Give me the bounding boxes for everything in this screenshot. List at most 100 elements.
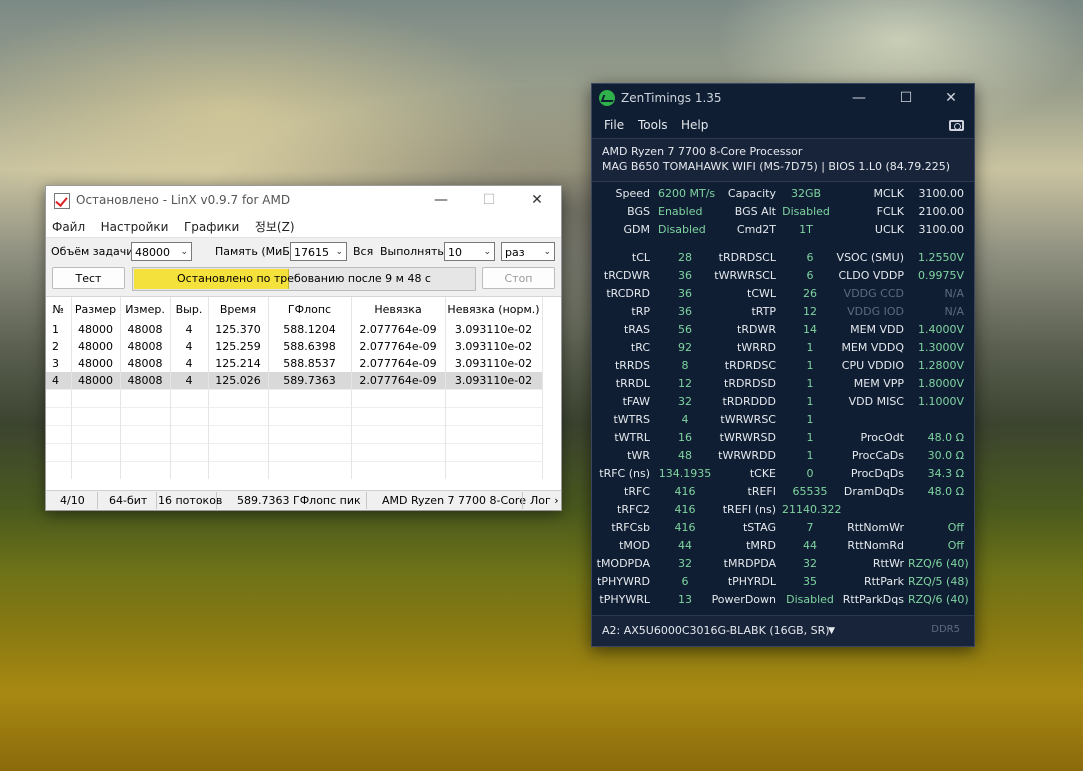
divider: [97, 492, 98, 509]
menu-help[interactable]: Help: [681, 118, 708, 132]
empty-row: [46, 461, 543, 479]
table-cell: 3.093110e-02: [445, 372, 543, 390]
col-header[interactable]: Время: [208, 297, 269, 321]
timing-value: 1: [806, 431, 814, 444]
timing-label: tFAW: [622, 395, 650, 408]
all-memory-label[interactable]: Вся: [353, 245, 373, 258]
table-cell: [445, 407, 543, 426]
linx-statusbar: 4/10 64-бит 16 потоков 589.7363 ГФлопс п…: [46, 490, 561, 510]
linx-title: Остановлено - LinX v0.9.7 for AMD: [76, 193, 291, 207]
close-icon[interactable]: ✕: [928, 84, 974, 112]
divider: [156, 492, 157, 509]
timing-label: tRAS: [623, 323, 650, 336]
timing-value: 26: [803, 287, 817, 300]
table-cell: 588.8537: [268, 355, 352, 372]
memory-label: Память (МиБ):: [215, 245, 298, 258]
table-row[interactable]: 1 48000 48008 4 125.370 588.1204 2.077764e-09 3…: [46, 321, 543, 338]
timing-label: VSOC (SMU): [836, 251, 904, 264]
col-header[interactable]: Измер.: [120, 297, 171, 321]
timing-value: 12: [803, 305, 817, 318]
zen-titlebar[interactable]: ZenTimings 1.35 — ☐ ✕: [592, 84, 974, 112]
timing-label: tMODPDA: [596, 557, 650, 570]
timing-label: RttNomWr: [847, 521, 904, 534]
timing-value: 1: [806, 395, 814, 408]
board-info: MAG B650 TOMAHAWK WIFI (MS-7D75) | BIOS …: [602, 160, 951, 173]
timing-label: ProcCaDs: [851, 449, 904, 462]
timing-label: tRFC (ns): [599, 467, 650, 480]
col-header[interactable]: №: [46, 297, 72, 321]
table-cell: 3: [46, 355, 72, 372]
problem-size-select[interactable]: 48000 ⌄: [131, 242, 192, 261]
col-header[interactable]: Невязка: [351, 297, 446, 321]
timing-value: N/A: [944, 305, 964, 318]
run-count-select[interactable]: 10 ⌄: [444, 242, 495, 261]
menu-file[interactable]: File: [604, 118, 624, 132]
timing-label: tWRWRSD: [719, 431, 776, 444]
table-cell: 2.077764e-09: [351, 355, 446, 372]
menu-graphs[interactable]: Графики: [178, 217, 245, 237]
table-cell: [351, 407, 446, 426]
timing-value: 34.3 Ω: [927, 467, 964, 480]
table-row[interactable]: 4 48000 48008 4 125.026 589.7363 2.077764e-09 3…: [46, 372, 543, 390]
zen-footer: A2: AX5U6000C3016G-BLABK (16GB, SR) ▼ DD…: [592, 615, 974, 646]
timing-value: Disabled: [786, 593, 834, 606]
menu-info[interactable]: 정보(Z): [249, 215, 301, 238]
test-button[interactable]: Тест: [52, 267, 125, 289]
table-cell: [46, 407, 72, 426]
col-header[interactable]: Невязка (норм.): [445, 297, 543, 321]
timing-label: RttNomRd: [847, 539, 904, 552]
table-cell: [268, 443, 352, 462]
timing-value: RZQ/6 (40): [908, 557, 969, 570]
timing-label: tREFI: [747, 485, 776, 498]
timing-label: tRFC: [624, 485, 650, 498]
timing-label: tWRRD: [737, 341, 776, 354]
timing-value: 14: [803, 323, 817, 336]
stop-button[interactable]: Стоп: [482, 267, 555, 289]
memory-select[interactable]: 17615 ⌄: [290, 242, 347, 261]
table-cell: [170, 389, 209, 408]
chevron-down-icon: ⌄: [483, 247, 491, 257]
log-button[interactable]: Лог ›: [530, 494, 559, 507]
timing-label: tRDRDSD: [724, 377, 776, 390]
table-cell: [445, 443, 543, 462]
table-cell: [120, 443, 171, 462]
table-cell: [208, 443, 269, 462]
table-cell: [120, 407, 171, 426]
timing-label: tREFI (ns): [722, 503, 776, 516]
chevron-down-icon: ⌄: [335, 247, 343, 257]
timing-label: RttWr: [872, 557, 904, 570]
minimize-icon[interactable]: —: [836, 84, 882, 112]
empty-row: [46, 407, 543, 426]
table-cell: [351, 425, 446, 444]
timing-label: tCKE: [749, 467, 776, 480]
menu-file[interactable]: Файл: [46, 217, 91, 237]
table-cell: 3.093110e-02: [445, 338, 543, 355]
linx-menubar: Файл Настройки Графики 정보(Z): [46, 215, 561, 238]
menu-settings[interactable]: Настройки: [95, 217, 175, 237]
timing-label: DramDqDs: [843, 485, 904, 498]
linx-titlebar[interactable]: Остановлено - LinX v0.9.7 for AMD — ☐ ✕: [46, 186, 561, 215]
timing-value: 3100.00: [918, 223, 965, 236]
table-row[interactable]: 3 48000 48008 4 125.214 588.8537 2.077764e-09 3…: [46, 355, 543, 372]
status-cpu: AMD Ryzen 7 7700 8-Core: [382, 494, 526, 507]
menu-tools[interactable]: Tools: [638, 118, 668, 132]
col-header[interactable]: Размер: [71, 297, 121, 321]
maximize-icon[interactable]: ☐: [466, 186, 512, 215]
close-icon[interactable]: ✕: [514, 186, 560, 215]
run-count-value: 10: [448, 246, 462, 259]
timing-label: tRDRDDD: [722, 395, 776, 408]
timing-label: tRCDRD: [606, 287, 650, 300]
timing-value: 1.2550V: [917, 251, 964, 264]
dimm-select[interactable]: A2: AX5U6000C3016G-BLABK (16GB, SR) ▼: [602, 622, 835, 640]
timing-label: tRDRDSC: [724, 359, 776, 372]
table-cell: [120, 389, 171, 408]
col-header[interactable]: Выр.: [170, 297, 209, 321]
run-unit-select[interactable]: раз ⌄: [501, 242, 555, 261]
minimize-icon[interactable]: —: [418, 186, 464, 215]
table-row[interactable]: 2 48000 48008 4 125.259 588.6398 2.077764e-09 3…: [46, 338, 543, 355]
camera-icon[interactable]: [949, 120, 964, 131]
col-header[interactable]: ГФлопс: [268, 297, 352, 321]
timing-value: Off: [947, 521, 964, 534]
maximize-icon[interactable]: ☐: [883, 84, 929, 112]
table-cell: 48008: [120, 355, 171, 372]
